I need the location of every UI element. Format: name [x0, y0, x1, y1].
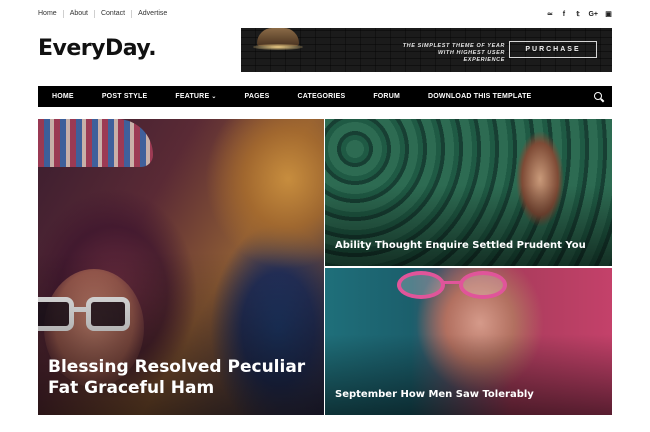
facebook-icon[interactable]: f — [560, 11, 567, 18]
purchase-button[interactable]: PURCHASE — [509, 41, 597, 58]
search-icon[interactable] — [594, 91, 604, 102]
top-link-about[interactable]: About — [62, 10, 94, 18]
chevron-down-icon: ⌄ — [211, 94, 217, 100]
nav-item-label: POST STYLE — [101, 93, 148, 100]
nav-item-label: PAGES — [244, 93, 270, 100]
featured-post-side-1[interactable]: Ability Thought Enquire Settled Prudent … — [325, 119, 612, 266]
nav-item-pages[interactable]: PAGES — [231, 86, 284, 107]
top-link-contact[interactable]: Contact — [93, 10, 131, 18]
nav-item-post-style[interactable]: POST STYLE — [88, 86, 162, 107]
banner-tagline: THE SIMPLEST THEME OF YEAR WITH HIGHEST … — [401, 43, 505, 64]
site-logo[interactable]: EveryDay. — [38, 36, 157, 61]
rss-icon[interactable]: ≃ — [546, 10, 553, 18]
header-banner-ad[interactable]: THE SIMPLEST THEME OF YEAR WITH HIGHEST … — [241, 28, 612, 72]
nav-item-download-template[interactable]: DOWNLOAD THIS TEMPLATE — [414, 86, 545, 107]
featured-post-main[interactable]: Blessing Resolved Peculiar Fat Graceful … — [38, 119, 324, 415]
featured-post-title[interactable]: Blessing Resolved Peculiar Fat Graceful … — [48, 357, 318, 399]
top-link-advertise[interactable]: Advertise — [131, 10, 173, 18]
twitter-icon[interactable]: 𝕥 — [574, 10, 581, 18]
lamp-image — [253, 28, 303, 52]
nav-item-feature[interactable]: FEATURE ⌄ — [161, 86, 230, 107]
nav-item-label: FORUM — [373, 93, 400, 100]
banner-tagline-line1: THE SIMPLEST THEME OF YEAR — [402, 43, 505, 49]
social-links: ≃ f 𝕥 G+ ▣ — [546, 10, 612, 19]
nav-item-label: HOME — [52, 93, 74, 100]
nav-item-label: DOWNLOAD THIS TEMPLATE — [427, 93, 532, 100]
nav-item-forum[interactable]: FORUM — [359, 86, 414, 107]
top-links: Home About Contact Advertise — [38, 10, 173, 18]
featured-post-side-2[interactable]: September How Men Saw Tolerably — [325, 268, 612, 415]
nav-item-label: FEATURE — [175, 93, 210, 100]
top-link-home[interactable]: Home — [38, 10, 63, 18]
side-post-title-1[interactable]: Ability Thought Enquire Settled Prudent … — [335, 239, 586, 252]
banner-tagline-line2: WITH HIGHEST USER EXPERIENCE — [437, 50, 505, 63]
instagram-icon[interactable]: ▣ — [605, 10, 612, 18]
top-bar: Home About Contact Advertise ≃ f 𝕥 G+ ▣ — [38, 8, 612, 20]
google-plus-icon[interactable]: G+ — [588, 11, 598, 18]
nav-item-label: CATEGORIES — [297, 93, 346, 100]
nav-item-categories[interactable]: CATEGORIES — [284, 86, 360, 107]
nav-item-home[interactable]: HOME — [38, 86, 88, 107]
side-post-title-2[interactable]: September How Men Saw Tolerably — [335, 388, 534, 401]
main-nav: HOME POST STYLE FEATURE ⌄ PAGES CATEGORIE… — [38, 86, 612, 107]
